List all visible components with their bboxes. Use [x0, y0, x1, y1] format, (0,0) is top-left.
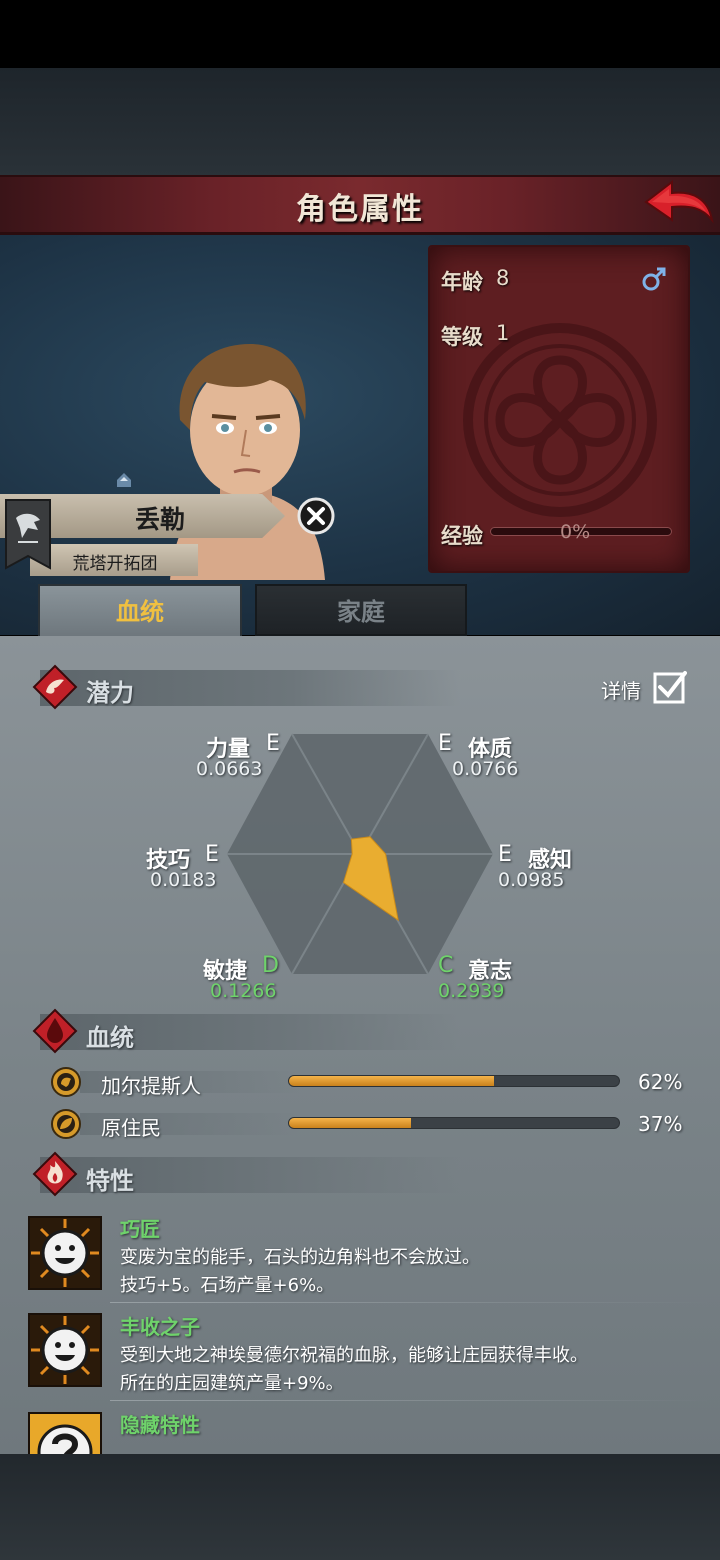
detail-label: 详情	[601, 679, 641, 703]
stat-constitution-value: 0.0766	[452, 758, 519, 780]
blood-drop-icon	[32, 1008, 78, 1054]
upgrade-marker-icon	[117, 473, 131, 487]
bottom-bar	[0, 1454, 720, 1560]
age-label: 年龄	[441, 270, 483, 294]
smiley-icon[interactable]	[28, 1216, 102, 1290]
celtic-knot-emblem	[463, 323, 657, 517]
male-icon	[642, 267, 666, 291]
flame-icon	[32, 1151, 78, 1197]
stat-strength-grade: E	[266, 731, 280, 756]
bloodline-name-2: 原住民	[101, 1116, 161, 1140]
stat-perception-value: 0.0985	[498, 869, 565, 891]
back-button[interactable]	[642, 176, 716, 230]
lion-crest-icon	[51, 1067, 81, 1097]
character-portrait	[170, 344, 325, 580]
checkmark-icon	[653, 671, 687, 704]
close-icon	[297, 497, 335, 535]
traits-title: 特性	[86, 1167, 134, 1195]
trait-desc-1a: 变废为宝的能手，石头的边角料也不会放过。	[120, 1247, 480, 1268]
dismiss-button[interactable]	[297, 497, 335, 535]
stat-skill-grade: E	[205, 842, 219, 867]
trait-desc-2b: 所在的庄园建筑产量+9%。	[120, 1373, 344, 1394]
stat-perception-grade: E	[498, 842, 512, 867]
level-label: 等级	[441, 325, 483, 349]
stat-skill-value: 0.0183	[150, 869, 217, 891]
exp-label: 经验	[441, 524, 483, 548]
stat-constitution-grade: E	[438, 731, 452, 756]
bloodline-percent-2: 37%	[638, 1112, 683, 1136]
bloodline-title: 血统	[86, 1024, 134, 1052]
stat-strength-value: 0.0663	[196, 758, 263, 780]
bloodline-bar-2	[288, 1117, 620, 1129]
stat-will-value: 0.2939	[438, 980, 505, 1002]
stat-will-grade: C	[438, 953, 454, 978]
bloodline-name-1: 加尔提斯人	[101, 1074, 201, 1098]
tab-bloodline[interactable]: 血统	[38, 584, 242, 636]
level-value: 1	[496, 321, 510, 345]
trait-name-3: 隐藏特性	[120, 1413, 200, 1437]
trait-name-1: 巧匠	[120, 1217, 160, 1241]
trait-desc-2a: 受到大地之神埃曼德尔祝福的血脉，能够让庄园获得丰收。	[120, 1345, 588, 1366]
potential-icon	[32, 664, 78, 710]
bloodline-percent-1: 62%	[638, 1070, 683, 1094]
trait-divider	[110, 1302, 710, 1303]
leaf-crest-icon	[51, 1109, 81, 1139]
trait-row-3-clip: 隐藏特性	[0, 1404, 720, 1454]
bloodline-bar-fill-2	[289, 1118, 412, 1128]
trait-name-2: 丰收之子	[120, 1315, 200, 1339]
potential-title: 潜力	[86, 679, 134, 707]
guild-name: 荒塔开拓团	[72, 554, 158, 574]
bloodline-bar-fill-1	[289, 1076, 494, 1086]
top-background	[0, 68, 720, 178]
smiley-icon[interactable]	[28, 1313, 102, 1387]
age-value: 8	[496, 266, 510, 290]
exp-value: 0%	[560, 521, 591, 543]
status-bar	[0, 0, 720, 68]
tab-family[interactable]: 家庭	[255, 584, 467, 636]
bloodline-bar-1	[288, 1075, 620, 1087]
detail-checkbox[interactable]	[653, 670, 687, 704]
back-arrow-icon	[644, 179, 714, 224]
guild-banner-icon	[5, 499, 51, 570]
stat-agility-value: 0.1266	[210, 980, 277, 1002]
trait-desc-1b: 技巧+5。石场产量+6%。	[120, 1275, 335, 1296]
stat-agility-grade: D	[262, 953, 279, 978]
trait-divider	[110, 1400, 710, 1401]
question-mark-icon[interactable]	[28, 1412, 102, 1454]
page-title: 角色属性	[296, 192, 424, 227]
